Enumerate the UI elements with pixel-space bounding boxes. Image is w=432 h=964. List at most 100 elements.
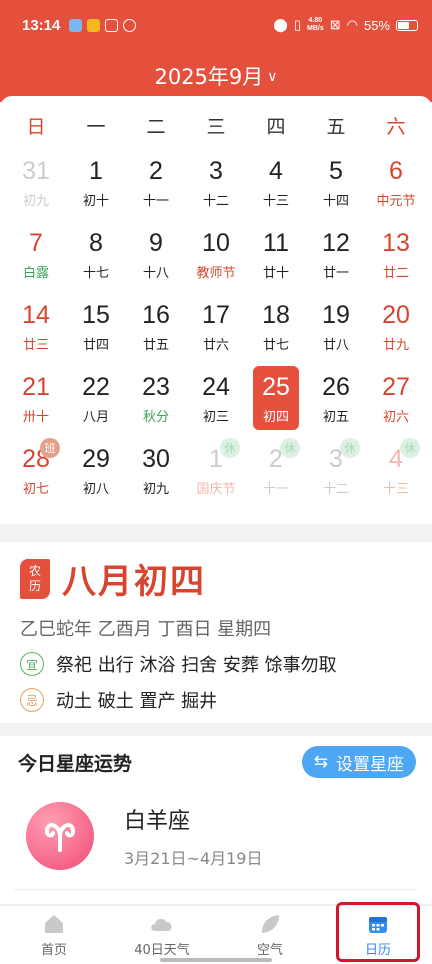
- lunar-day: 廿十: [262, 266, 289, 281]
- date-cell[interactable]: 2 十一: [126, 148, 186, 220]
- holiday-badge: 休: [220, 438, 240, 458]
- date-cell[interactable]: 12 廿一: [306, 220, 366, 292]
- date-cell[interactable]: 3 十二休: [306, 436, 366, 508]
- horoscope-card: 今日星座运势 ⇆ 设置星座 白羊座 3月21日~4月19日: [0, 736, 432, 904]
- lunar-day: 国庆节: [196, 482, 236, 497]
- date-cell[interactable]: 18 廿七: [246, 292, 306, 364]
- date-cell[interactable]: 19 廿八: [306, 292, 366, 364]
- lunar-day: 十四: [322, 194, 349, 209]
- day-number: 18: [262, 301, 290, 329]
- date-grid: 31 初九 1 初十 2 十一 3 十二 4 十三 5 十四 6 中元节 7 白露 8 十七 9 十八 10 教师节 11 廿…: [0, 148, 432, 508]
- lunar-info-card: 农历 八月初四 乙巳蛇年 乙酉月 丁酉日 星期四 宜 祭祀 出行 沐浴 扫舍 安…: [0, 542, 432, 723]
- status-time: 13:14: [22, 16, 61, 34]
- tab-calendar[interactable]: 日历: [324, 902, 432, 964]
- month-selector[interactable]: 2025年9月 ∨: [0, 50, 432, 102]
- lunar-day: 十七: [82, 266, 109, 281]
- date-cell[interactable]: 11 廿十: [246, 220, 306, 292]
- calendar-panel: 日 一 二 三 四 五 六 31 初九 1 初十 2 十一 3 十二 4 十三 5 十四 6 中元节 7 白露…: [0, 96, 432, 524]
- yi-badge: 宜: [20, 652, 44, 676]
- holiday-badge: 休: [280, 438, 300, 458]
- lunar-day: 初五: [322, 410, 349, 425]
- date-cell[interactable]: 1 初十: [66, 148, 126, 220]
- date-cell[interactable]: 13 廿二: [366, 220, 426, 292]
- day-number: 22: [82, 373, 110, 401]
- set-sign-label: 设置星座: [336, 754, 404, 775]
- swap-icon: ⇆: [313, 752, 328, 772]
- cloud-icon: [151, 918, 172, 931]
- day-number: 24: [202, 373, 230, 401]
- date-cell[interactable]: 17 廿六: [186, 292, 246, 364]
- tab-40day-weather[interactable]: 40日天气: [108, 906, 216, 964]
- date-cell[interactable]: 26 初五: [306, 364, 366, 436]
- lunar-day: 初三: [202, 410, 229, 425]
- wifi-icon: ◠: [346, 17, 358, 32]
- home-icon: [45, 914, 63, 933]
- ji-badge: 忌: [20, 688, 44, 712]
- date-cell[interactable]: 21 卅十: [6, 364, 66, 436]
- ji-row: 忌 动土 破土 置产 掘井: [20, 687, 412, 713]
- set-sign-button[interactable]: ⇆ 设置星座: [301, 746, 416, 778]
- weekday-label: 一: [86, 115, 106, 138]
- day-number: 21: [22, 373, 50, 401]
- date-cell[interactable]: 31 初九: [6, 148, 66, 220]
- horoscope-title: 今日星座运势: [18, 752, 133, 775]
- date-cell[interactable]: 15 廿四: [66, 292, 126, 364]
- day-number: 12: [322, 229, 350, 257]
- date-cell[interactable]: 4 十三: [246, 148, 306, 220]
- date-cell[interactable]: 6 中元节: [366, 148, 426, 220]
- nongli-tag: 农历: [20, 558, 50, 599]
- date-cell[interactable]: 28 初七班: [6, 436, 66, 508]
- tab-label: 日历: [364, 942, 391, 958]
- tab-label: 40日天气: [134, 942, 190, 958]
- date-cell[interactable]: 3 十二: [186, 148, 246, 220]
- lunar-day: 廿三: [22, 338, 49, 353]
- aries-icon: [26, 802, 94, 870]
- date-cell[interactable]: 29 初八: [66, 436, 126, 508]
- date-cell[interactable]: 23 秋分: [126, 364, 186, 436]
- date-cell[interactable]: 5 十四: [306, 148, 366, 220]
- date-cell[interactable]: 9 十八: [126, 220, 186, 292]
- lunar-day: 卅十: [22, 410, 49, 425]
- gallery-notification-icon: [69, 18, 83, 32]
- date-cell[interactable]: 16 廿五: [126, 292, 186, 364]
- weekday-label: 六: [386, 115, 406, 138]
- sign-name: 白羊座: [124, 809, 191, 834]
- sign-row[interactable]: 白羊座 3月21日~4月19日: [18, 802, 416, 870]
- vibrate-icon: ▯: [293, 17, 301, 32]
- lunar-day: 十三: [262, 194, 289, 209]
- yi-row: 宜 祭祀 出行 沐浴 扫舍 安葬 馀事勿取: [20, 651, 412, 677]
- lunar-day: 初八: [82, 482, 109, 497]
- date-cell[interactable]: 27 初六: [366, 364, 426, 436]
- date-cell[interactable]: 25 初四: [246, 364, 306, 436]
- tab-air[interactable]: 空气: [216, 906, 324, 964]
- leaf-icon: [262, 914, 279, 933]
- ji-items: 动土 破土 置产 掘井: [56, 691, 218, 712]
- day-number: 3: [209, 157, 223, 185]
- lunar-day: 八月: [82, 410, 109, 425]
- weekday-label: 三: [206, 115, 226, 138]
- date-cell[interactable]: 4 十三休: [366, 436, 426, 508]
- date-cell[interactable]: 24 初三: [186, 364, 246, 436]
- net-speed: 4.80 MB/s: [307, 17, 324, 33]
- date-cell[interactable]: 10 教师节: [186, 220, 246, 292]
- date-cell[interactable]: 7 白露: [6, 220, 66, 292]
- lunar-day: 白露: [22, 266, 49, 281]
- lunar-day: 十一: [262, 482, 289, 497]
- date-cell[interactable]: 2 十一休: [246, 436, 306, 508]
- tab-home[interactable]: 首页: [0, 906, 108, 964]
- lunar-day: 廿二: [382, 266, 409, 281]
- lunar-day: 初九: [142, 482, 169, 497]
- date-cell[interactable]: 1 国庆节休: [186, 436, 246, 508]
- lunar-day: 廿七: [262, 338, 289, 353]
- day-number: 14: [22, 301, 50, 329]
- date-cell[interactable]: 8 十七: [66, 220, 126, 292]
- date-cell[interactable]: 22 八月: [66, 364, 126, 436]
- date-cell[interactable]: 14 廿三: [6, 292, 66, 364]
- lunar-day: 十二: [322, 482, 349, 497]
- lunar-day: 廿五: [142, 338, 169, 353]
- header-bar: 13:14 ⬤ ▯ 4.80 MB/s ⊠ ◠ 55% 2025年9月 ∨: [0, 0, 432, 102]
- date-cell[interactable]: 30 初九: [126, 436, 186, 508]
- day-number: 25: [262, 373, 290, 401]
- bottom-tab-bar: 首页 40日天气 空气 日历: [0, 902, 432, 964]
- date-cell[interactable]: 20 廿九: [366, 292, 426, 364]
